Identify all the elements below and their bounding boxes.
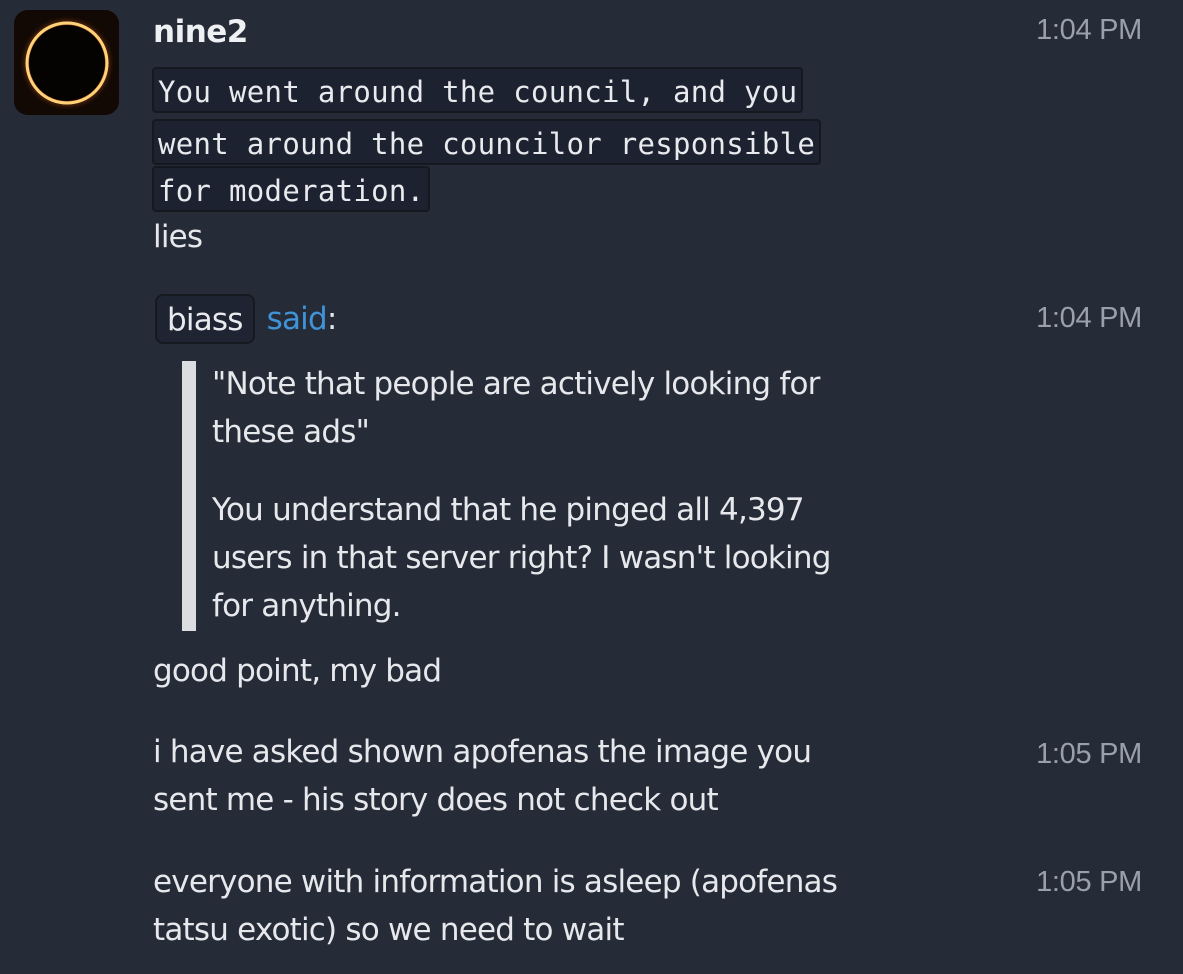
message-text: lies [153,219,203,255]
message-timestamp: 1:05 PM [1036,866,1142,898]
message-text: everyone with information is asleep (apo… [153,864,838,900]
solar-eclipse-icon [14,10,119,115]
message-timestamp: 1:04 PM [1036,14,1142,46]
inline-code-line: You went around the council, and you [152,67,804,113]
message-text: good point, my bad [153,653,442,689]
message-text: i have asked shown apofenas the image yo… [153,734,812,770]
chat-log: nine2 1:04 PM You went around the counci… [0,0,1183,974]
quote-text-line: users in that server right? I wasn't loo… [212,540,831,576]
message-author[interactable]: nine2 [153,12,248,52]
quote-said-link[interactable]: said [267,301,328,337]
quote-colon: : [326,301,337,337]
inline-code-line: went around the councilor responsible [152,119,822,165]
quote-timestamp: 1:04 PM [1036,302,1142,334]
blockquote-bar [182,361,196,631]
inline-code-line: for moderation. [152,166,431,212]
quote-author-chip[interactable]: biass [155,294,255,344]
quote-text-line: for anything. [212,588,401,624]
avatar[interactable] [14,10,119,115]
message-text: sent me - his story does not check out [153,782,719,818]
quote-text-line: "Note that people are actively looking f… [212,366,820,402]
quote-header: biass said: [155,292,337,346]
message-text: tatsu exotic) so we need to wait [153,912,624,948]
quote-text-line: You understand that he pinged all 4,397 [212,492,805,528]
quote-text-line: these ads" [212,414,370,450]
message-timestamp: 1:05 PM [1036,738,1142,770]
